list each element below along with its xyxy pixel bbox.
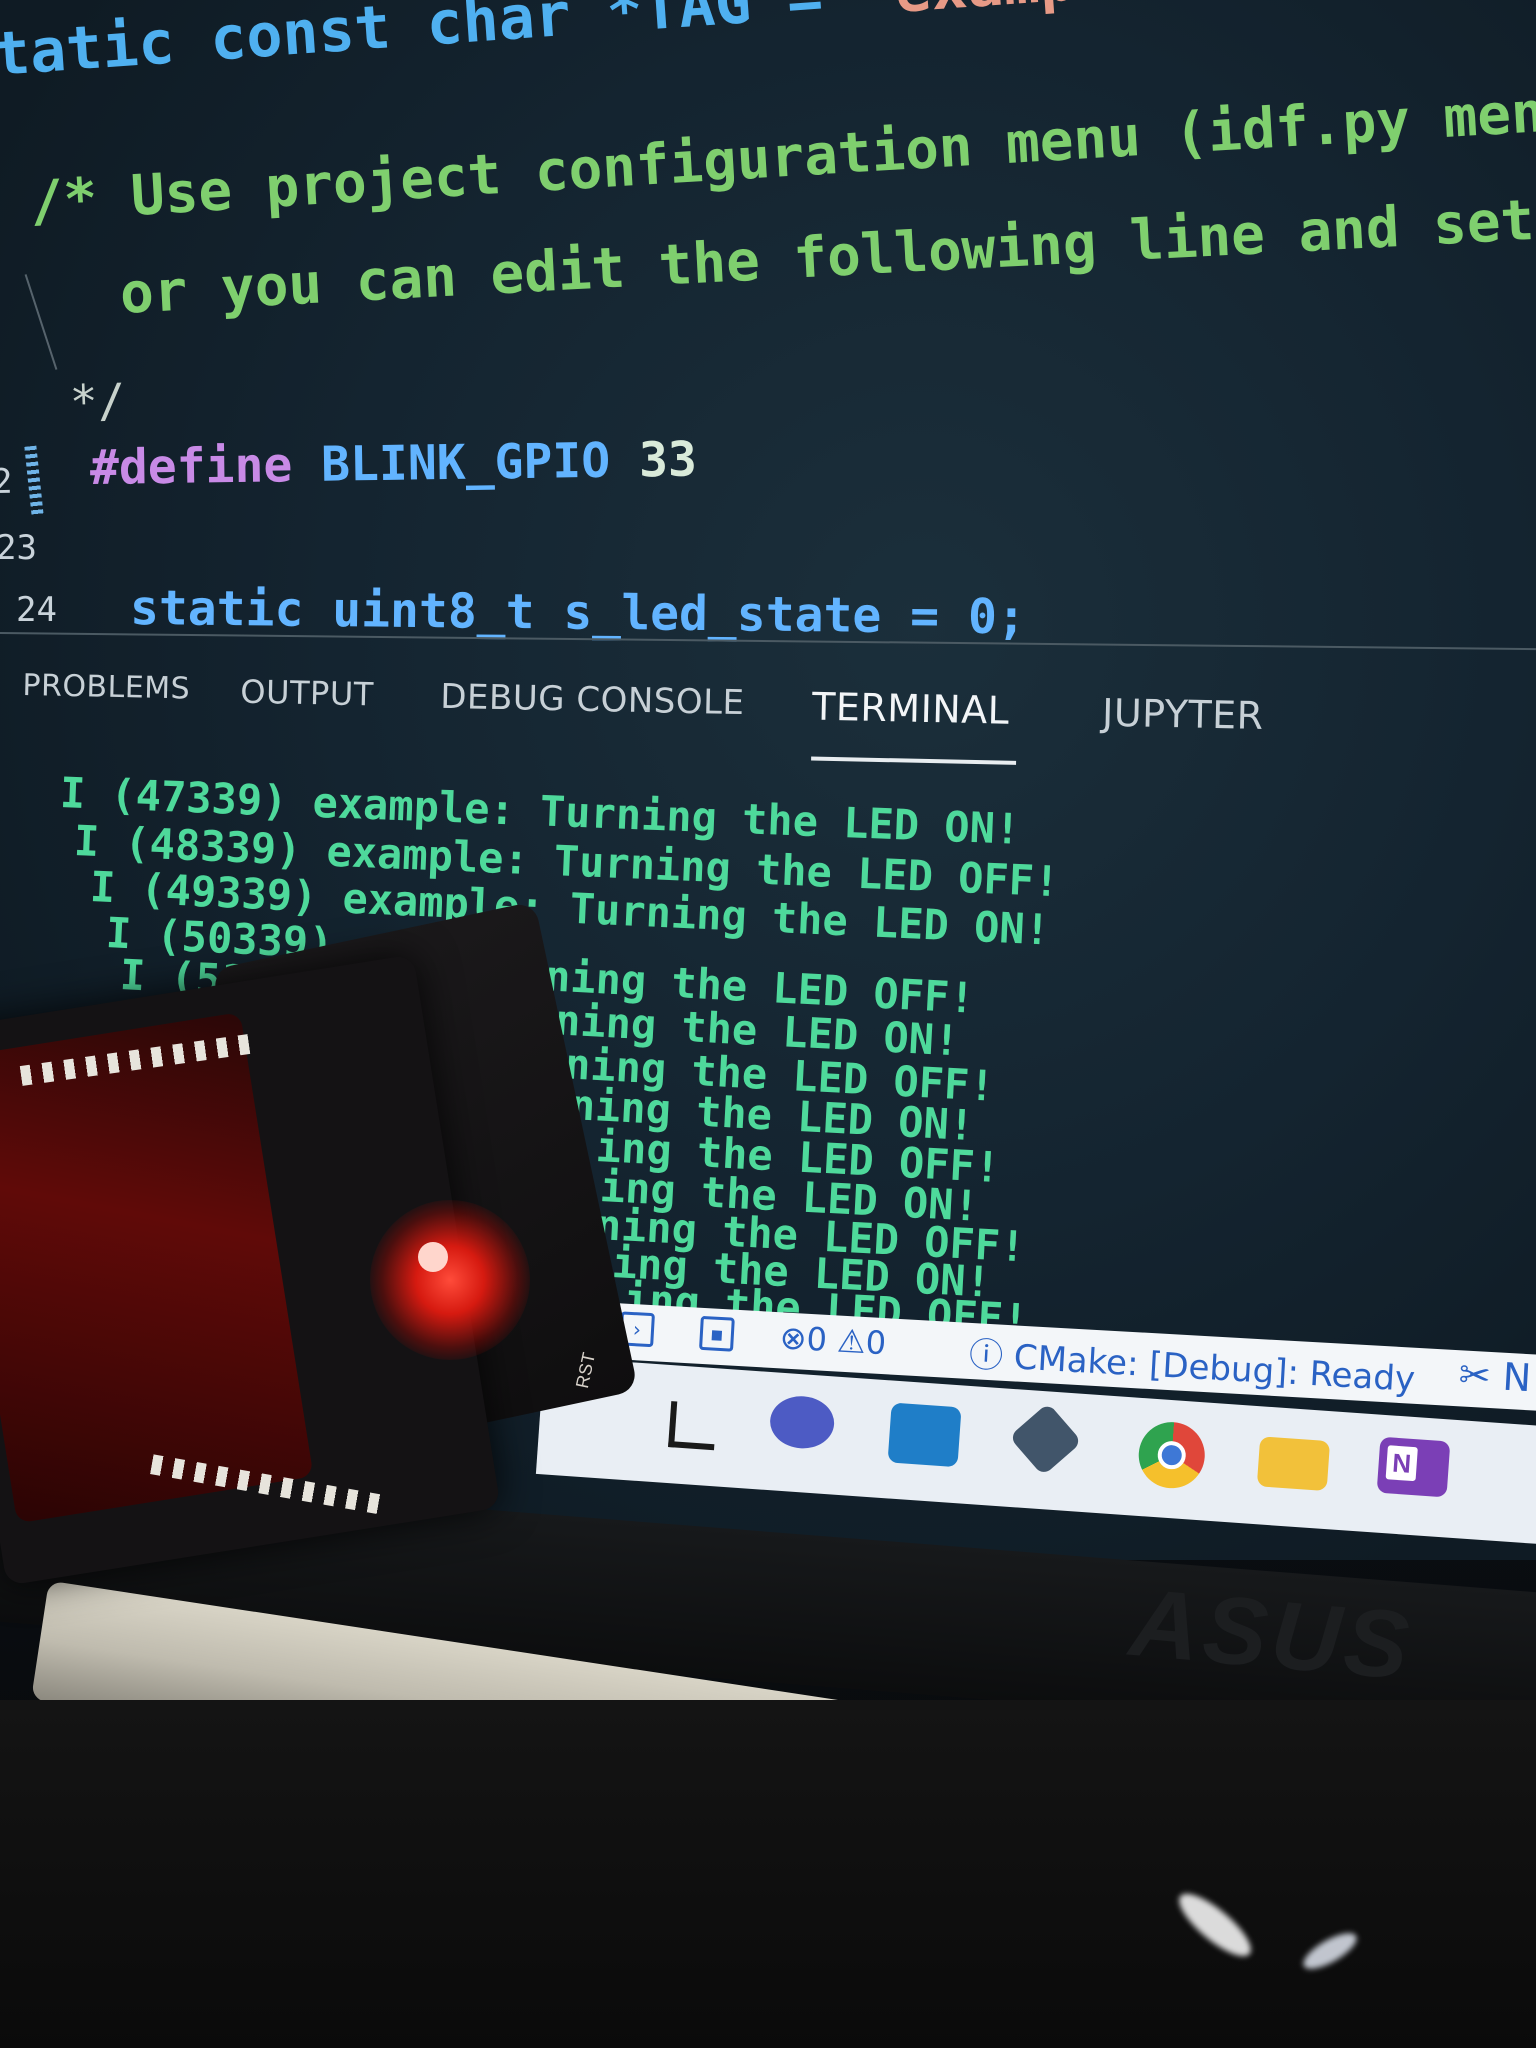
tab-terminal[interactable]: TERMINAL <box>812 685 1010 733</box>
tab-debug-console[interactable]: DEBUG CONSOLE <box>440 677 745 723</box>
photo: tatic const char *TAG = "example"; /* Us… <box>0 0 1536 2048</box>
line-number-24: 24 <box>16 590 57 630</box>
teams-icon[interactable] <box>768 1394 836 1451</box>
desk-surface <box>0 1700 1536 2048</box>
tab-jupyter[interactable]: JUPYTER <box>1102 691 1264 738</box>
define-value: 33 <box>638 431 698 489</box>
tag-keyword: tatic const char <box>0 0 610 90</box>
line-number-22: 2 <box>0 461 13 502</box>
cube-app-icon[interactable] <box>1008 1402 1083 1477</box>
define-name: BLINK_GPIO <box>320 432 640 493</box>
problems-count[interactable]: ⊗0 ⚠0 <box>779 1318 887 1362</box>
onenote-letter: N <box>1385 1445 1418 1482</box>
chrome-icon[interactable] <box>1136 1419 1207 1491</box>
tag-string: "example"; <box>856 0 1221 29</box>
board-pcb <box>0 1012 314 1524</box>
tab-problems[interactable]: PROBLEMS <box>22 668 190 707</box>
file-explorer-icon[interactable] <box>1256 1436 1331 1492</box>
led-glow <box>370 1200 530 1360</box>
led-indicator <box>418 1242 448 1272</box>
indent-guide <box>24 274 58 370</box>
code-line-define: #define BLINK_GPIO 33 <box>90 432 698 496</box>
code-line-tag: tatic const char *TAG = "example"; <box>0 0 1222 90</box>
tag-variable: *TAG = <box>604 0 862 48</box>
copilot-icon[interactable] <box>887 1402 962 1468</box>
modified-line-indicator <box>24 445 44 517</box>
tab-output[interactable]: OUTPUT <box>240 673 374 714</box>
line-number-23: 23 <box>0 528 37 568</box>
define-directive: #define <box>89 436 322 496</box>
taskbar-app-icon[interactable] <box>668 1401 718 1451</box>
onenote-icon[interactable]: N <box>1376 1436 1451 1498</box>
code-line-comment-end: */ <box>69 373 127 429</box>
tools-icon[interactable]: ✂ N <box>1458 1352 1533 1400</box>
monitor-icon[interactable]: ▪ <box>699 1315 735 1352</box>
